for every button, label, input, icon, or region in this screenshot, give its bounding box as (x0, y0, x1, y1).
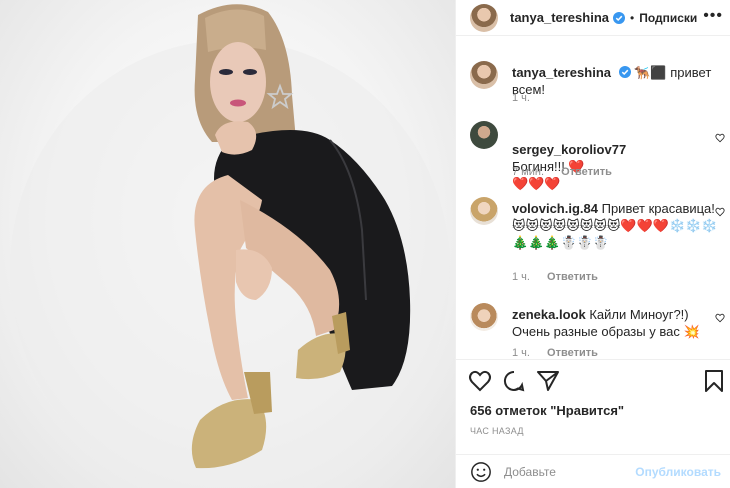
author-avatar[interactable] (470, 3, 498, 32)
comment-time[interactable]: 1 ч. (512, 347, 530, 359)
comments-list[interactable]: tanya_tereshina 🐕‍🦺⬛ привет всем! 1 ч. s… (456, 37, 730, 359)
caption-meta: 1 ч. (512, 92, 544, 104)
reply-button[interactable]: Ответить (561, 166, 612, 178)
comment-meta: 7 мин. Ответить (512, 166, 612, 178)
more-options-icon[interactable]: ••• (703, 8, 723, 24)
like-heart-icon[interactable] (468, 369, 492, 393)
likes-count[interactable]: 656 отметок "Нравится" (470, 403, 624, 418)
emoji-smile-icon[interactable] (470, 461, 492, 483)
add-comment-bar: Опубликовать (456, 454, 730, 488)
share-send-icon[interactable] (536, 369, 560, 393)
add-comment-input[interactable] (504, 464, 624, 479)
comment-username[interactable]: sergey_koroliov77 (512, 142, 626, 157)
post-header: tanya_tereshina • Подписки ••• (456, 0, 730, 36)
author-username[interactable]: tanya_tereshina (510, 10, 609, 25)
comment-body: volovich.ig.84 Привет красавица! 😻😻😻😻😻😻😻… (512, 200, 720, 251)
comment-avatar[interactable] (470, 121, 498, 149)
post-photo[interactable] (0, 0, 455, 488)
comment-username[interactable]: zeneka.look (512, 307, 586, 322)
comment-meta: 1 ч. Ответить (512, 347, 598, 359)
comment-username[interactable]: volovich.ig.84 (512, 201, 598, 216)
comment-time[interactable]: 1 ч. (512, 271, 530, 283)
caption-time[interactable]: 1 ч. (512, 92, 530, 104)
like-comment-heart-icon[interactable] (715, 207, 725, 217)
reply-button[interactable]: Ответить (547, 347, 598, 359)
comment-item: sergey_koroliov77 Богиня!!! ❤️ ❤️❤️❤️ 7 … (470, 121, 725, 191)
publish-button[interactable]: Опубликовать (635, 465, 721, 479)
post-side-panel: tanya_tereshina • Подписки ••• tanya_ter… (455, 0, 730, 488)
separator-dot: • (630, 10, 635, 25)
reply-button[interactable]: Ответить (547, 271, 598, 283)
photo-illustration (10, 4, 450, 488)
caption: tanya_tereshina 🐕‍🦺⬛ привет всем! 1 ч. (470, 61, 725, 121)
instagram-post: tanya_tereshina • Подписки ••• tanya_ter… (0, 0, 730, 488)
like-comment-heart-icon[interactable] (715, 313, 725, 323)
following-button[interactable]: Подписки (639, 11, 697, 25)
caption-username[interactable]: tanya_tereshina (512, 65, 611, 80)
comment-meta: 1 ч. Ответить (512, 271, 598, 283)
post-actions: 656 отметок "Нравится" час назад (456, 359, 730, 461)
post-time[interactable]: час назад (470, 426, 524, 436)
verified-badge-icon (613, 11, 625, 24)
comment-avatar[interactable] (470, 197, 498, 225)
like-comment-heart-icon[interactable] (715, 133, 725, 143)
comment-body: zeneka.look Кайли Миноуг?!) Очень разные… (512, 306, 720, 340)
comment-time[interactable]: 7 мин. (512, 166, 544, 178)
verified-badge-icon (618, 66, 631, 78)
comment-item: zeneka.look Кайли Миноуг?!) Очень разные… (470, 303, 725, 359)
save-bookmark-icon[interactable] (702, 369, 726, 393)
comment-bubble-icon[interactable] (502, 369, 526, 393)
comment-avatar[interactable] (470, 303, 498, 331)
comment-body: sergey_koroliov77 Богиня!!! ❤️ ❤️❤️❤️ (512, 124, 720, 192)
caption-avatar[interactable] (470, 61, 498, 89)
comment-item: volovich.ig.84 Привет красавица! 😻😻😻😻😻😻😻… (470, 197, 725, 287)
